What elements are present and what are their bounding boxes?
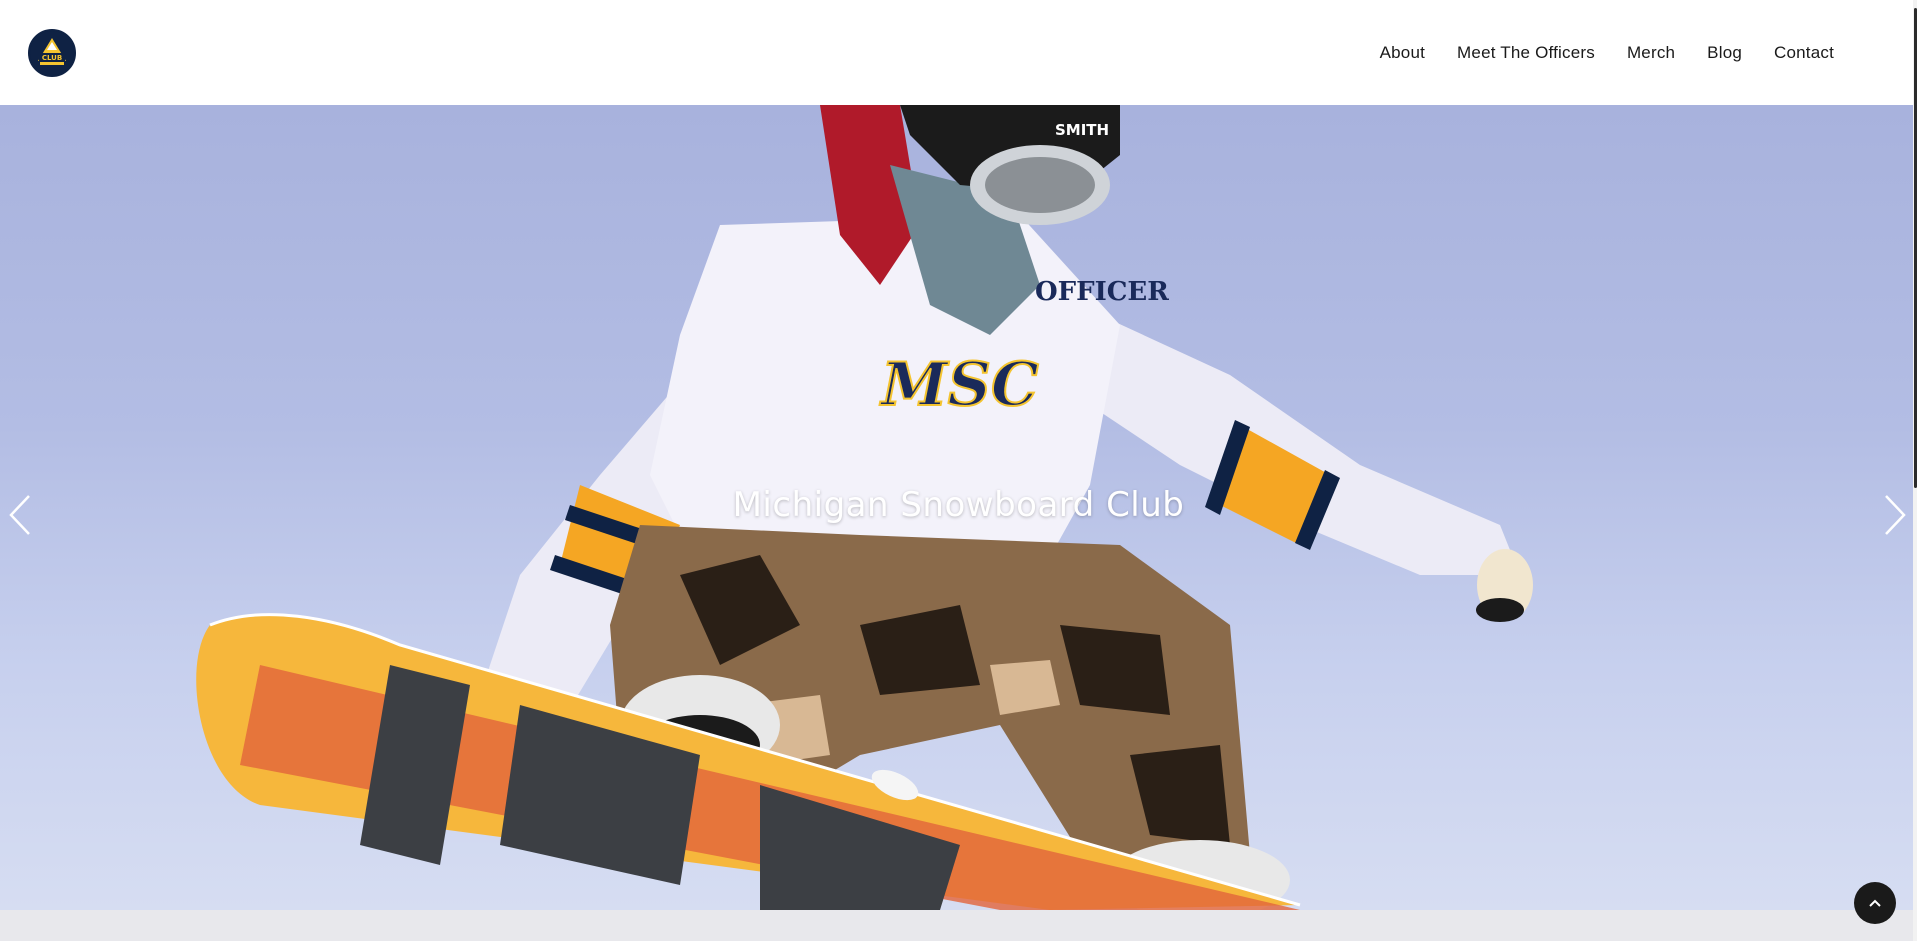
- nav-merch[interactable]: Merch: [1611, 41, 1691, 65]
- main-nav: About Meet The Officers Merch Blog Conta…: [1364, 41, 1861, 65]
- site-logo[interactable]: CLUB: [28, 28, 76, 77]
- site-header: CLUB About Meet The Officers Merch Blog …: [0, 0, 1917, 105]
- page-scrollbar[interactable]: [1913, 0, 1917, 941]
- nav-about[interactable]: About: [1364, 41, 1441, 65]
- chevron-right-icon: [1885, 495, 1906, 535]
- msc-logo-icon: CLUB: [30, 30, 74, 75]
- chevron-up-icon: [1869, 899, 1881, 907]
- jersey-script: MSC: [879, 350, 1039, 420]
- nav-blog[interactable]: Blog: [1691, 41, 1758, 65]
- chevron-left-icon: [9, 495, 30, 535]
- scroll-to-top-button[interactable]: [1854, 882, 1896, 924]
- nav-contact[interactable]: Contact: [1758, 41, 1861, 65]
- page: CLUB About Meet The Officers Merch Blog …: [0, 0, 1917, 941]
- hero-carousel: SMITH OFFICER MSC Michigan Snowboard Clu…: [0, 105, 1917, 910]
- jersey-text: OFFICER: [1035, 277, 1169, 307]
- nav-meet-the-officers[interactable]: Meet The Officers: [1441, 41, 1611, 65]
- next-section-strip: [0, 910, 1917, 941]
- helmet-text: SMITH: [1055, 121, 1109, 139]
- carousel-prev-button[interactable]: [0, 485, 40, 545]
- logo-text: CLUB: [42, 54, 62, 62]
- carousel-next-button[interactable]: [1875, 485, 1915, 545]
- hero-title: Michigan Snowboard Club: [732, 485, 1185, 525]
